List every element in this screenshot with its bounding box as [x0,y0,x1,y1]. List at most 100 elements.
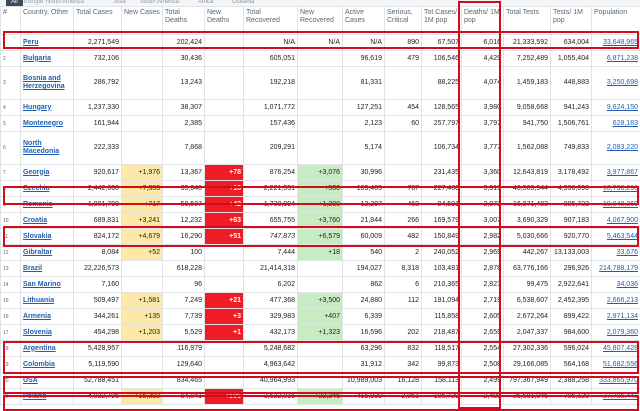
cell-tests: 1,562,088 [504,132,551,165]
cell-pop: 45,807,428 [592,341,640,357]
cell-new-recovered [298,67,343,100]
population-link[interactable]: 51,682,556 [603,361,638,368]
column-header[interactable]: Serious, Critical [385,7,422,35]
cell-n: 10 [1,213,21,229]
cell-tpm: 941,243 [551,100,592,116]
cell-dpm: 2,969 [462,245,504,261]
cell-country: Armenia [21,309,74,325]
country-link[interactable]: North Macedonia [23,140,71,156]
column-header[interactable]: New Cases [122,7,163,35]
cell-pop: 33,648,965 [592,35,640,51]
cell-dpm: 2,982 [462,229,504,245]
country-link[interactable]: Colombia [23,361,55,369]
population-link[interactable]: 2,079,360 [607,329,638,336]
cell-dpm: 2,489 [462,389,504,405]
column-header[interactable]: Total Tests [504,7,551,35]
cell-recovered: 2,221,551 [244,181,298,197]
cell-cpm: 210,365 [422,277,462,293]
country-link[interactable]: Georgia [23,169,49,177]
country-link[interactable]: Armenia [23,313,51,321]
country-link[interactable]: Bulgaria [23,55,51,63]
table-row: 17Slovenia454,298+1,2035,529+1432,173+1,… [1,325,640,341]
cell-pop: 2,971,134 [592,309,640,325]
population-link[interactable]: 9,624,150 [607,104,638,111]
country-link[interactable]: Argentina [23,345,56,353]
country-link[interactable]: San Marino [23,281,61,289]
country-link[interactable]: Slovakia [23,233,51,241]
column-header[interactable]: Total Cases [74,7,122,35]
country-link[interactable]: Peru [23,39,39,47]
country-link[interactable]: Romania [23,201,53,209]
population-link[interactable]: 10,738,296 [603,185,638,192]
cell-new-cases: +15,392 [122,389,163,405]
population-link[interactable]: 34,036 [617,281,638,288]
country-link[interactable]: Brazil [23,265,42,273]
column-header[interactable]: Population [592,7,640,35]
column-header[interactable]: Country, Other [21,7,74,35]
population-link[interactable]: 2,666,213 [607,297,638,304]
cell-cases: 2,271,549 [74,35,122,51]
population-link[interactable]: 3,977,867 [607,169,638,176]
cell-recovered: 477,368 [244,293,298,309]
column-header[interactable]: Total Deaths [163,7,205,35]
column-header[interactable]: New Recovered [298,7,343,35]
population-link[interactable]: 333,865,970 [599,377,638,384]
cell-deaths: 7,868 [163,132,205,165]
population-link[interactable]: 214,788,179 [599,265,638,272]
cell-cases: 4,032,796 [74,389,122,405]
cell-n: 3 [1,67,21,100]
column-header[interactable]: Tests/ 1M pop [551,7,592,35]
population-link[interactable]: 45,807,428 [603,345,638,352]
cell-cases: 2,442,600 [74,181,122,197]
cell-n: 4 [1,100,21,116]
cell-n: 5 [1,116,21,132]
population-link[interactable]: 3,250,698 [607,79,638,86]
table-row: 7Georgia920,617+1,97613,367+78876,254+3,… [1,165,640,181]
population-link[interactable]: 4,067,900 [607,217,638,224]
population-link[interactable]: 6,871,238 [607,55,638,62]
population-link[interactable]: 33,648,965 [603,39,638,46]
cell-cpm: 94,591 [422,197,462,213]
cell-cases: 222,333 [74,132,122,165]
population-link[interactable]: 628,183 [613,120,638,127]
country-link[interactable]: Poland [23,393,46,401]
cell-new-recovered: +3,760 [298,213,343,229]
column-header[interactable]: New Deaths [205,7,244,35]
country-link[interactable]: Gibraltar [23,249,52,257]
country-link[interactable]: Montenegro [23,120,63,128]
cell-dpm: 3,072 [462,197,504,213]
population-link[interactable]: 2,083,220 [607,144,638,151]
cell-new-deaths: +21 [205,293,244,309]
population-link[interactable]: 33,676 [617,249,638,256]
country-link[interactable]: Croatia [23,217,47,225]
cell-new-cases: +717 [122,197,163,213]
cell-tests: 46,569,944 [504,181,551,197]
cell-serious [385,67,422,100]
country-link[interactable]: Czechia [23,185,49,193]
cell-serious [385,132,422,165]
table-row: 14San Marino7,160966,2028626210,3652,821… [1,277,640,293]
population-link[interactable]: 19,048,269 [603,201,638,208]
cell-active: 21,844 [343,213,385,229]
cell-tests: 9,058,668 [504,100,551,116]
cell-cases: 8,084 [74,245,122,261]
country-link[interactable]: Hungary [23,104,51,112]
cell-serious: 454 [385,100,422,116]
column-header[interactable]: # [1,7,21,35]
country-link[interactable]: Bosnia and Herzegovina [23,75,71,91]
cell-pop: 2,079,360 [592,325,640,341]
country-link[interactable]: Lithuania [23,297,54,305]
population-link[interactable]: 5,463,544 [607,233,638,240]
population-link[interactable]: 37,785,443 [603,393,638,400]
column-header[interactable]: Deaths/ 1M pop [462,7,504,35]
column-header[interactable]: Active Cases [343,7,385,35]
column-header[interactable]: Tot Cases/ 1M pop [422,7,462,35]
column-header[interactable]: Total Recovered [244,7,298,35]
population-link[interactable]: 2,971,134 [607,313,638,320]
cell-dpm: 2,719 [462,293,504,309]
cell-active: 540 [343,245,385,261]
cell-pop: 6,871,238 [592,51,640,67]
country-link[interactable]: USA [23,377,38,385]
country-link[interactable]: Slovenia [23,329,52,337]
cell-new-recovered: N/A [298,35,343,51]
